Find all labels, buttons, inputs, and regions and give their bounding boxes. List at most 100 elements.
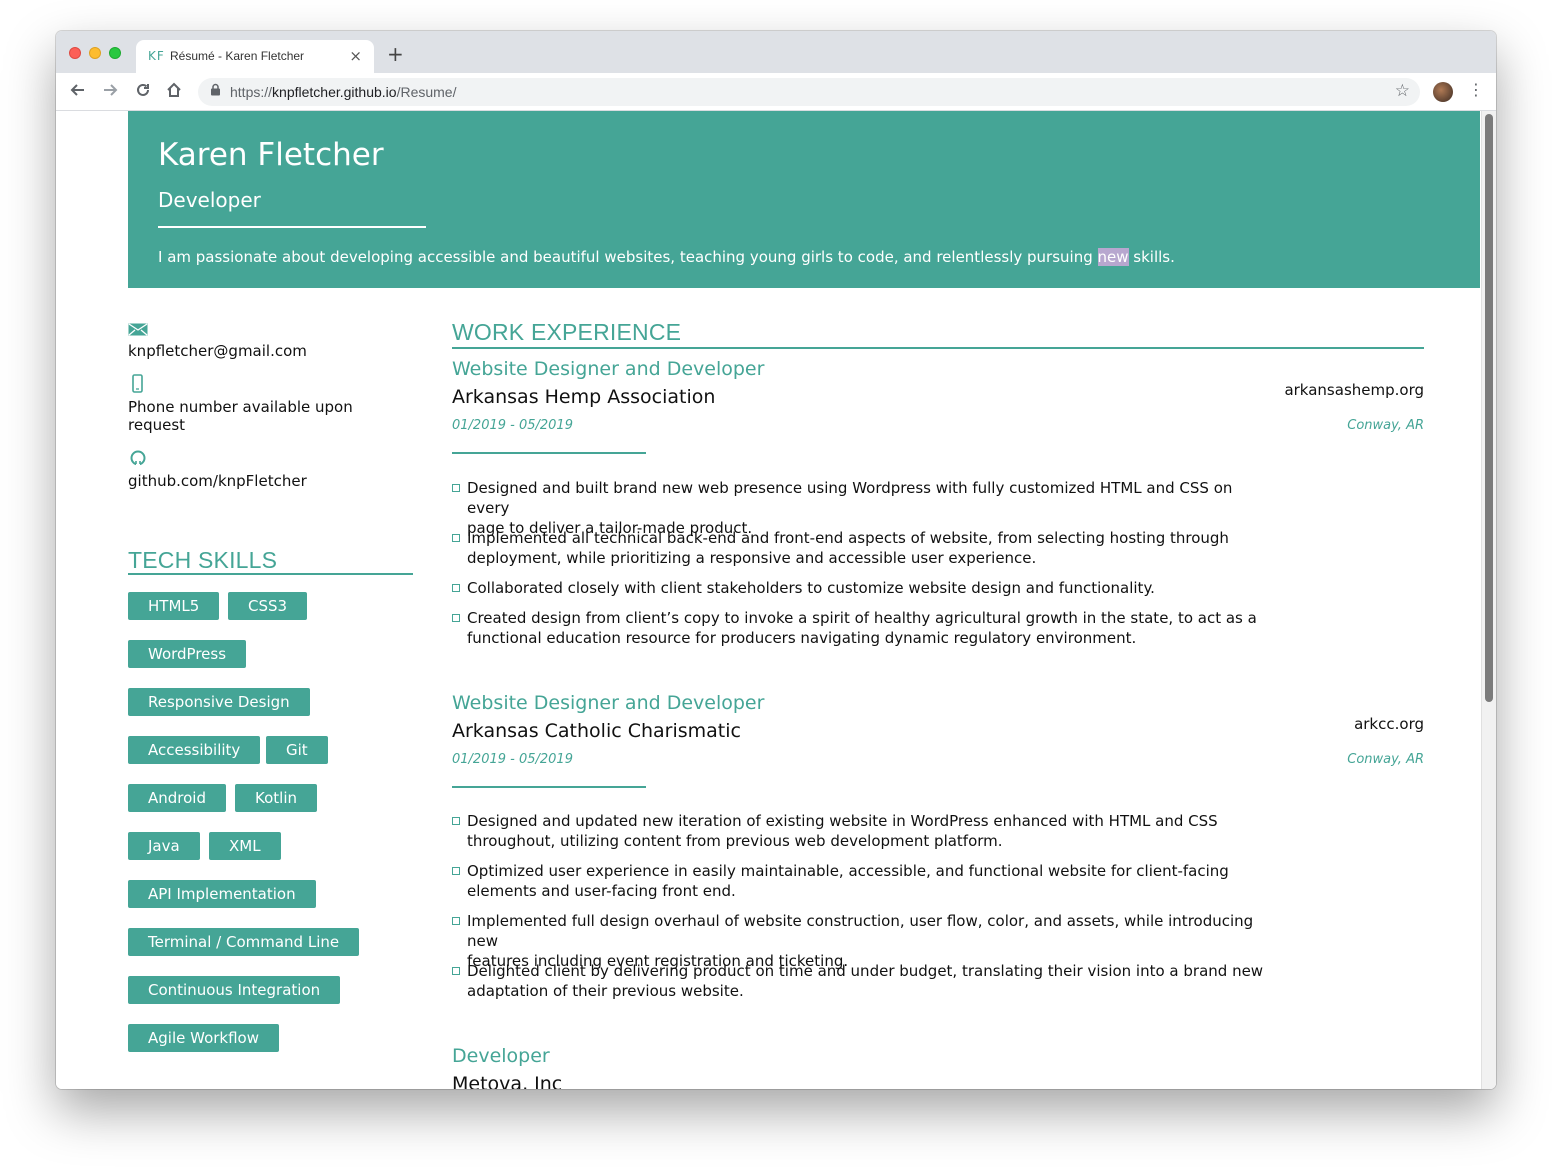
company-name: Arkansas Catholic Charismatic [452, 720, 741, 742]
bullet-text: functional education resource for produc… [467, 629, 1137, 647]
skill-badge: CSS3 [228, 592, 308, 620]
desktop: KF Résumé - Karen Fletcher × + https://k… [0, 0, 1552, 1169]
job-title: Developer [452, 1045, 550, 1067]
bullet-text: Implemented full design overhaul of webs… [467, 912, 1254, 950]
list-item: Created design from client’s copy to inv… [452, 608, 1272, 648]
role-subtitle: Developer [158, 188, 261, 212]
browser-tab[interactable]: KF Résumé - Karen Fletcher × [136, 40, 374, 73]
skill-badge: Agile Workflow [128, 1024, 279, 1052]
bullet-text: throughout, utilizing content from previ… [467, 832, 1003, 850]
skills-divider [128, 573, 413, 575]
bullet-square-icon [452, 917, 460, 925]
lock-icon [210, 83, 221, 99]
forward-arrow-icon[interactable] [101, 81, 119, 104]
kebab-menu-icon[interactable]: ⋮ [1468, 80, 1484, 99]
minimize-window-button[interactable] [89, 47, 101, 59]
back-arrow-icon[interactable] [69, 81, 87, 104]
skill-badge: XML [209, 832, 281, 860]
company-name: Arkansas Hemp Association [452, 386, 716, 408]
tab-title: Résumé - Karen Fletcher [170, 49, 305, 63]
phone-text-cont: request [128, 416, 186, 434]
job-location: Conway, AR [1347, 752, 1424, 767]
job-title: Website Designer and Developer [452, 692, 765, 714]
envelope-icon [128, 321, 148, 340]
bullet-square-icon [452, 534, 460, 542]
phone-icon [132, 374, 143, 397]
resume-header: Karen Fletcher Developer I am passionate… [128, 111, 1480, 288]
company-website[interactable]: arkansashemp.org [1284, 381, 1424, 399]
bullet-text: adaptation of their previous website. [467, 982, 744, 1000]
skill-badge: Terminal / Command Line [128, 928, 360, 956]
new-tab-button[interactable]: + [387, 42, 404, 66]
job-dates: 01/2019 - 05/2019 [452, 752, 573, 767]
skill-badge: Accessibility [128, 736, 261, 764]
job-title: Website Designer and Developer [452, 358, 765, 380]
phone-text: Phone number available upon [128, 398, 353, 416]
url-text: https://knpfletcher.github.io/Resume/ [230, 84, 456, 100]
job-dates: 01/2019 - 05/2019 [452, 418, 573, 433]
url-path: /Resume/ [396, 84, 457, 100]
list-item: Delighted client by delivering product o… [452, 961, 1272, 1001]
bullet-text: Designed and built brand new web presenc… [467, 479, 1233, 517]
bullet-square-icon [452, 484, 460, 492]
job-divider [452, 786, 646, 788]
skill-badge: Continuous Integration [128, 976, 341, 1004]
experience-heading: WORK EXPERIENCE [452, 319, 682, 345]
bullet-text: Collaborated closely with client stakeho… [467, 579, 1155, 597]
bullet-text: elements and user-facing front end. [467, 882, 736, 900]
bullet-text: Created design from client’s copy to inv… [467, 609, 1257, 627]
favicon-icon: KF [148, 49, 165, 63]
bullet-square-icon [452, 967, 460, 975]
tagline: I am passionate about developing accessi… [158, 248, 1175, 266]
tagline-highlight: new [1097, 248, 1129, 266]
title-bar: KF Résumé - Karen Fletcher × + [56, 31, 1496, 73]
bullet-square-icon [452, 584, 460, 592]
skill-badge: Git [266, 736, 328, 764]
address-bar[interactable]: https://knpfletcher.github.io/Resume/ ☆ [198, 78, 1420, 106]
github-icon [130, 450, 146, 470]
close-window-button[interactable] [69, 47, 81, 59]
bullet-square-icon [452, 867, 460, 875]
tagline-text: I am passionate about developing accessi… [158, 248, 1098, 266]
skill-badge: Java [128, 832, 200, 860]
bullet-text: Delighted client by delivering product o… [467, 962, 1264, 980]
skills-heading: TECH SKILLS [128, 547, 278, 573]
skill-badge: API Implementation [128, 880, 316, 908]
skill-badge: Responsive Design [128, 688, 310, 716]
page-title: Karen Fletcher [158, 137, 384, 173]
browser-window: KF Résumé - Karen Fletcher × + https://k… [56, 31, 1496, 1089]
skill-badge: HTML5 [128, 592, 220, 620]
job-divider [452, 452, 646, 454]
zoom-window-button[interactable] [109, 47, 121, 59]
email-link[interactable]: knpfletcher@gmail.com [128, 342, 307, 360]
page-viewport: Karen Fletcher Developer I am passionate… [56, 111, 1496, 1089]
profile-avatar[interactable] [1433, 82, 1453, 102]
company-name: Metova, Inc [452, 1073, 563, 1089]
experience-divider [452, 347, 1424, 349]
scrollbar-thumb[interactable] [1485, 114, 1493, 702]
skill-badge: Android [128, 784, 226, 812]
vertical-scrollbar[interactable] [1481, 111, 1496, 1089]
bullet-text: Implemented all technical back-end and f… [467, 529, 1229, 547]
list-item: Collaborated closely with client stakeho… [452, 578, 1272, 598]
company-website[interactable]: arkcc.org [1354, 715, 1424, 733]
tagline-end: skills. [1128, 248, 1175, 266]
tab-close-icon[interactable]: × [349, 47, 362, 65]
github-link[interactable]: github.com/knpFletcher [128, 472, 307, 490]
skill-badge: Kotlin [235, 784, 317, 812]
url-host: knpfletcher.github.io [272, 84, 397, 100]
reload-icon[interactable] [134, 81, 152, 104]
job-location: Conway, AR [1347, 418, 1424, 433]
bullet-text: Optimized user experience in easily main… [467, 862, 1229, 880]
home-icon[interactable] [165, 81, 183, 104]
bullet-text: Designed and updated new iteration of ex… [467, 812, 1218, 830]
bullet-square-icon [452, 817, 460, 825]
bookmark-star-icon[interactable]: ☆ [1395, 81, 1410, 101]
skill-badge: WordPress [128, 640, 247, 668]
browser-toolbar: https://knpfletcher.github.io/Resume/ ☆ … [56, 73, 1496, 111]
list-item: Designed and updated new iteration of ex… [452, 811, 1272, 851]
list-item: Optimized user experience in easily main… [452, 861, 1272, 901]
url-scheme: https:// [230, 84, 273, 100]
list-item: Implemented all technical back-end and f… [452, 528, 1272, 568]
header-divider [158, 226, 426, 228]
